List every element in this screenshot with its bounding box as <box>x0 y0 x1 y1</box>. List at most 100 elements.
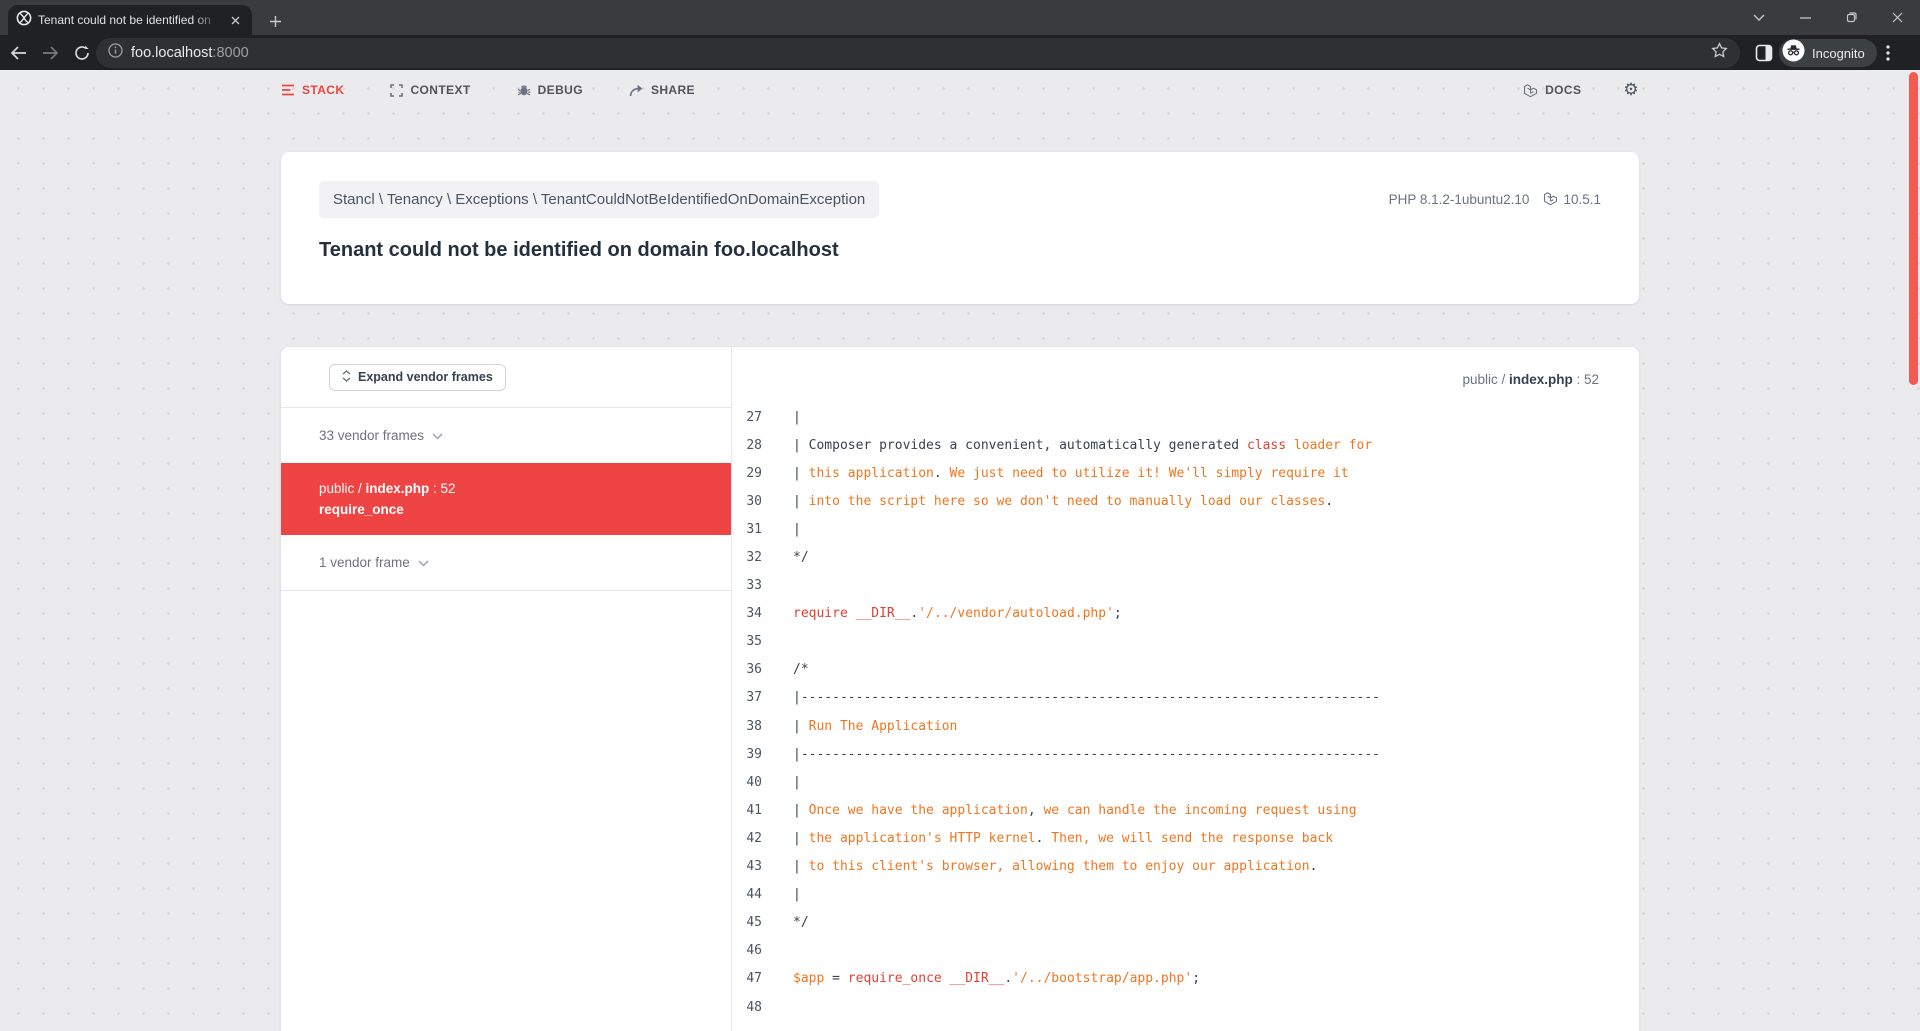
window-controls <box>1736 0 1920 35</box>
vendor-frames-bottom-label: 1 vendor frame <box>319 555 410 570</box>
expand-vendor-frames-label: Expand vendor frames <box>358 370 493 384</box>
selected-frame-file: public / index.php : 52 <box>319 481 456 496</box>
selected-frame[interactable]: public / index.php : 52 require_once <box>281 463 731 535</box>
code-line: 45 */ <box>732 909 1639 937</box>
window-maximize-icon[interactable] <box>1828 0 1874 35</box>
line-number: 43 <box>746 859 762 875</box>
browser-chrome: Tenant could not be identified on foo.lo… <box>0 0 1920 70</box>
scrollbar-thumb[interactable] <box>1909 72 1918 385</box>
vendor-frames-group-top[interactable]: 33 vendor frames <box>281 408 731 463</box>
line-number: 33 <box>746 578 762 594</box>
line-number: 44 <box>746 887 762 903</box>
code-text: | Once we have the application, we can h… <box>793 802 1357 818</box>
side-panel-icon[interactable] <box>1750 40 1778 66</box>
code-line: 36 /* <box>732 656 1639 684</box>
new-tab-button[interactable] <box>262 8 288 34</box>
tab-context[interactable]: CONTEXT <box>390 83 470 97</box>
code-text: /* <box>793 662 809 678</box>
tab-title: Tenant could not be identified on <box>38 13 211 27</box>
code-text: | <box>793 521 801 537</box>
exception-card: Stancl \ Tenancy \ Exceptions \ TenantCo… <box>281 152 1639 304</box>
code-file-header: public / index.php : 52 <box>1462 372 1599 387</box>
browser-menu-icon[interactable] <box>1876 40 1900 66</box>
tab-share[interactable]: SHARE <box>629 83 695 97</box>
reload-button[interactable] <box>68 39 96 67</box>
vendor-frames-top-label: 33 vendor frames <box>319 428 425 443</box>
line-number: 40 <box>746 774 762 790</box>
forward-button[interactable] <box>36 39 64 67</box>
code-line: 42 | the application's HTTP kernel. Then,… <box>732 824 1639 852</box>
code-line: 35 <box>732 628 1639 656</box>
code-line: 32 */ <box>732 543 1639 571</box>
line-number: 37 <box>746 690 762 706</box>
laravel-version: 10.5.1 <box>1563 192 1601 207</box>
line-number: 32 <box>746 550 762 566</box>
code-text: |---------------------------------------… <box>793 746 1380 762</box>
code-line: 27 | <box>732 403 1639 431</box>
line-number: 45 <box>746 915 762 931</box>
code-line: 34 require __DIR__.'/../vendor/autoload.p… <box>732 600 1639 628</box>
expand-icon <box>342 369 351 385</box>
code-line: 33 <box>732 572 1639 600</box>
code-text: | the application's HTTP kernel. Then, w… <box>793 830 1334 846</box>
stack-trace-card: Expand vendor frames 33 vendor frames pu… <box>281 347 1639 1031</box>
code-text: */ <box>793 915 809 931</box>
site-info-icon[interactable] <box>108 43 123 63</box>
window-close-icon[interactable] <box>1874 0 1920 35</box>
line-number: 31 <box>746 521 762 537</box>
chevron-down-icon <box>418 555 429 570</box>
tab-stack-label: STACK <box>302 83 345 97</box>
line-number: 29 <box>746 465 762 481</box>
context-icon <box>390 83 404 97</box>
tab-close-icon[interactable] <box>226 11 244 29</box>
exception-message: Tenant could not be identified on domain… <box>319 239 839 261</box>
browser-tab[interactable]: Tenant could not be identified on <box>8 5 252 35</box>
code-line: 44 | <box>732 881 1639 909</box>
bookmark-star-icon[interactable] <box>1711 42 1728 64</box>
line-number: 28 <box>746 437 762 453</box>
tab-share-label: SHARE <box>650 83 695 97</box>
window-chevron-icon[interactable] <box>1736 0 1782 35</box>
line-number: 34 <box>746 606 762 622</box>
code-text: | <box>793 409 801 425</box>
line-number: 46 <box>746 943 762 959</box>
code-text: | this application. We just need to util… <box>793 465 1349 481</box>
code-text: | <box>793 887 801 903</box>
back-button[interactable] <box>4 39 32 67</box>
favicon-globe-icon <box>16 10 32 31</box>
code-line: 30 | into the script here so we don't nee… <box>732 487 1639 515</box>
line-number: 27 <box>746 409 762 425</box>
error-page: STACK CONTEXT DEBUG SHARE DOCS ⚙ Stancl … <box>0 70 1920 1031</box>
code-line: 31 | <box>732 515 1639 543</box>
url-host: foo.localhost <box>131 45 213 61</box>
docs-link[interactable]: DOCS <box>1523 83 1581 98</box>
code-lines: 27 | 28 | Composer provides a convenient, a… <box>732 403 1639 1021</box>
tab-debug[interactable]: DEBUG <box>517 83 583 97</box>
tab-stack[interactable]: STACK <box>281 83 344 97</box>
code-line: 39 |-------------------------------------… <box>732 740 1639 768</box>
browser-toolbar: foo.localhost:8000 Incognito <box>0 35 1920 70</box>
code-panel: public / index.php : 52 27 | 28 | Composer … <box>732 347 1639 1031</box>
docs-label: DOCS <box>1545 83 1582 97</box>
code-line: 48 <box>732 993 1639 1021</box>
selected-frame-method: require_once <box>319 502 404 517</box>
expand-vendor-frames-button[interactable]: Expand vendor frames <box>329 363 506 391</box>
vendor-frames-group-bottom[interactable]: 1 vendor frame <box>281 535 731 591</box>
line-number: 36 <box>746 662 762 678</box>
incognito-icon <box>1782 39 1805 67</box>
code-line: 37 |-------------------------------------… <box>732 684 1639 712</box>
url-bar[interactable]: foo.localhost:8000 <box>96 38 1740 68</box>
code-text: | Composer provides a convenient, automa… <box>793 437 1373 453</box>
code-line: 41 | Once we have the application, we can… <box>732 796 1639 824</box>
chevron-down-icon <box>432 428 443 443</box>
settings-button[interactable]: ⚙ <box>1623 80 1639 100</box>
line-number: 41 <box>746 802 762 818</box>
laravel-icon <box>1523 83 1538 98</box>
code-line: 38 | Run The Application <box>732 712 1639 740</box>
code-text: */ <box>793 550 809 566</box>
exception-class-breadcrumb: Stancl \ Tenancy \ Exceptions \ TenantCo… <box>319 181 880 218</box>
code-text: |---------------------------------------… <box>793 690 1380 706</box>
code-line: 47 $app = require_once __DIR__.'/../boots… <box>732 965 1639 993</box>
window-minimize-icon[interactable] <box>1782 0 1828 35</box>
line-number: 30 <box>746 493 762 509</box>
